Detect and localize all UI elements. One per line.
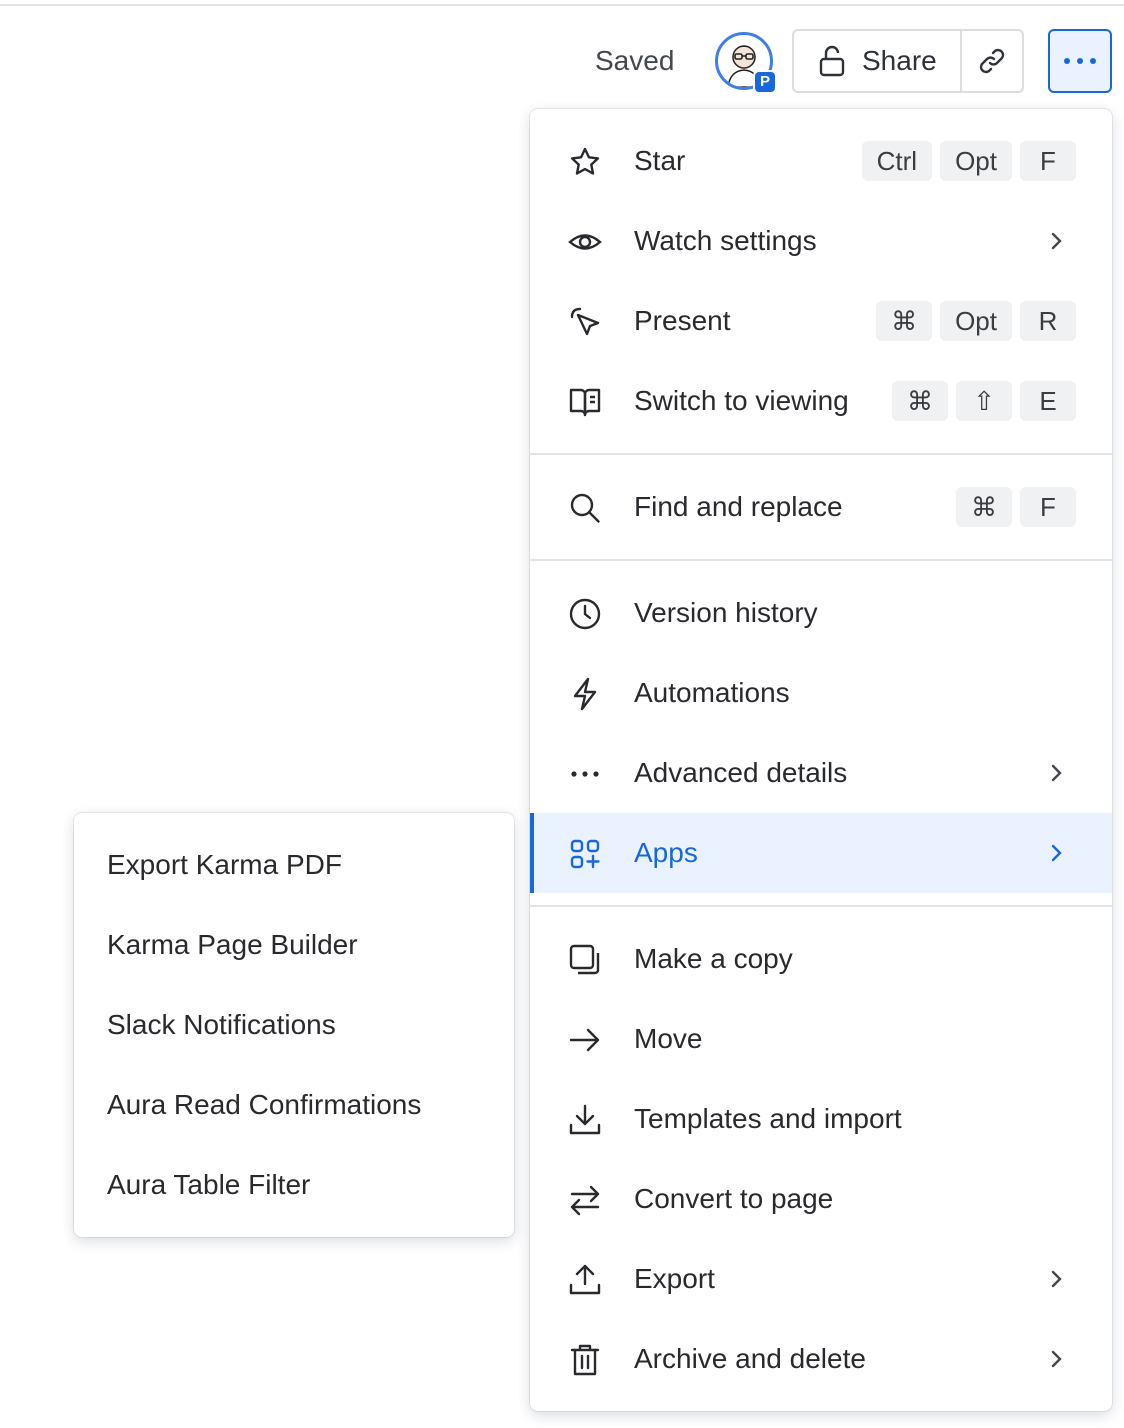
lightning-icon [568,677,602,711]
menu-item-version-history[interactable]: Version history [530,573,1112,653]
share-button[interactable]: Share [794,31,962,91]
book-icon [568,385,602,419]
link-icon [977,46,1007,76]
menu-divider [530,559,1112,561]
shortcut-key: ⌘ [876,301,933,341]
more-actions-button[interactable] [1048,29,1112,93]
menu-item-export[interactable]: Export [530,1239,1112,1319]
chevron-right-icon [1044,841,1068,865]
ellipsis-icon [568,757,602,791]
app-item-aura-read-confirmations[interactable]: Aura Read Confirmations [74,1065,514,1145]
menu-item-move[interactable]: Move [530,999,1112,1079]
menu-divider [530,453,1112,455]
shortcut-key: Opt [940,141,1012,181]
menu-item-automations[interactable]: Automations [530,653,1112,733]
menu-divider [530,905,1112,907]
eye-icon [568,225,602,259]
download-icon [568,1103,602,1137]
shortcut-key: ⌘ [956,487,1012,527]
clock-icon [568,597,602,631]
shortcut-key: Opt [940,301,1012,341]
menu-item-star[interactable]: Star Ctrl Opt F [530,121,1112,201]
share-label: Share [862,45,937,76]
menu-item-watch-settings[interactable]: Watch settings [530,201,1112,281]
menu-item-make-a-copy[interactable]: Make a copy [530,919,1112,999]
avatar-badge: P [753,70,777,94]
avatar[interactable]: P [715,32,777,94]
app-item-karma-page-builder[interactable]: Karma Page Builder [74,905,514,985]
lock-open-icon [818,45,848,77]
chevron-right-icon [1044,761,1068,785]
menu-item-convert-to-page[interactable]: Convert to page [530,1159,1112,1239]
search-icon [568,491,602,525]
chevron-right-icon [1044,1347,1068,1371]
trash-icon [568,1343,602,1377]
top-divider [0,4,1124,6]
app-item-aura-table-filter[interactable]: Aura Table Filter [74,1145,514,1225]
app-item-export-karma-pdf[interactable]: Export Karma PDF [74,825,514,905]
menu-item-switch-to-viewing[interactable]: Switch to viewing ⌘ ⇧ E [530,361,1112,441]
chevron-right-icon [1044,229,1068,253]
apps-submenu: Export Karma PDF Karma Page Builder Slac… [74,813,514,1237]
shortcut-key: R [1020,301,1076,341]
shortcut-key: E [1020,381,1076,421]
more-actions-menu: Star Ctrl Opt F Watch settings Present ⌘… [530,109,1112,1411]
arrow-right-icon [568,1023,602,1057]
star-icon [568,145,602,179]
menu-item-present[interactable]: Present ⌘ Opt R [530,281,1112,361]
shortcut-key: Ctrl [861,141,933,181]
present-icon [568,305,602,339]
copy-icon [568,943,602,977]
shortcut-key: ⌘ [892,381,948,421]
more-icon [1063,57,1097,65]
upload-icon [568,1263,602,1297]
copy-link-button[interactable] [962,31,1022,91]
save-status: Saved [595,45,675,76]
menu-item-templates-and-import[interactable]: Templates and import [530,1079,1112,1159]
chevron-right-icon [1044,1267,1068,1291]
share-group: Share [792,29,1024,93]
menu-item-find-and-replace[interactable]: Find and replace ⌘ F [530,467,1112,547]
app-item-slack-notifications[interactable]: Slack Notifications [74,985,514,1065]
menu-item-archive-and-delete[interactable]: Archive and delete [530,1319,1112,1399]
shortcut-key: F [1020,141,1076,181]
apps-icon [568,837,602,871]
swap-icon [568,1183,602,1217]
shortcut-key: ⇧ [956,381,1012,421]
menu-item-apps[interactable]: Apps [530,813,1112,893]
shortcut-key: F [1020,487,1076,527]
menu-item-advanced-details[interactable]: Advanced details [530,733,1112,813]
